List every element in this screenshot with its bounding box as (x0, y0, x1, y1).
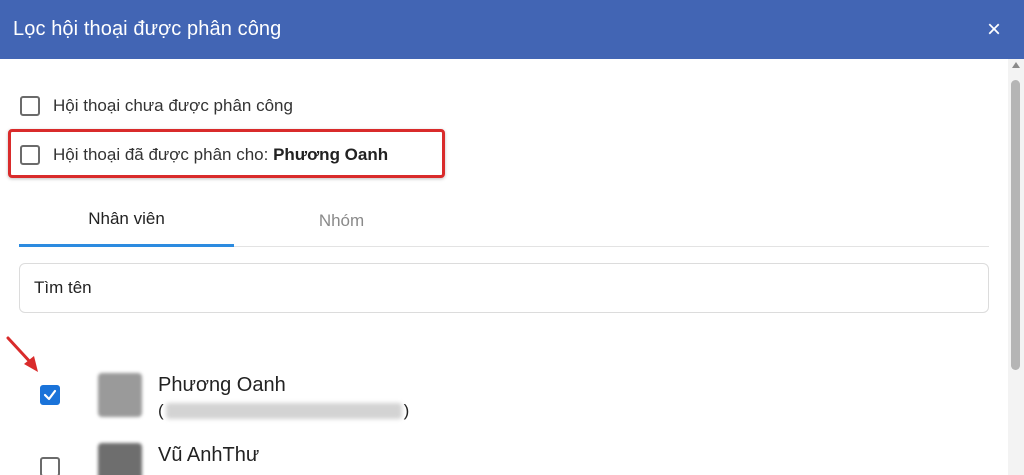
assigned-label-text: Hội thoại đã được phân cho: (53, 145, 274, 164)
tab-group[interactable]: Nhóm (234, 194, 449, 247)
staff-name: Vũ AnhThư (158, 444, 260, 466)
staff-info: Vũ AnhThư (158, 443, 259, 467)
staff-detail: ( ) (158, 401, 409, 421)
dialog-body: Hội thoại chưa được phân công Hội thoại … (0, 59, 1024, 475)
check-icon (43, 389, 57, 401)
tab-staff[interactable]: Nhân viên (19, 194, 234, 247)
search-input[interactable] (19, 263, 989, 313)
staff-checkbox[interactable] (40, 457, 60, 475)
list-item[interactable]: Phương Oanh ( ) (40, 373, 409, 421)
paren-close: ) (403, 401, 410, 420)
scrollbar-thumb[interactable] (1011, 80, 1020, 370)
list-item[interactable]: Vũ AnhThư (40, 443, 259, 475)
unassigned-checkbox[interactable] (20, 96, 40, 116)
avatar (98, 443, 142, 475)
unassigned-label: Hội thoại chưa được phân công (53, 96, 293, 115)
assigned-name: Phương Oanh (273, 145, 389, 164)
staff-checkbox[interactable] (40, 385, 60, 405)
assigned-label: Hội thoại đã được phân cho: Phương Oanh (53, 145, 388, 165)
staff-info: Phương Oanh ( ) (158, 373, 409, 421)
scroll-up-icon[interactable] (1012, 62, 1020, 68)
filter-unassigned[interactable]: Hội thoại chưa được phân công (20, 96, 293, 116)
avatar (98, 373, 142, 417)
tab-bar: Nhân viên Nhóm (19, 194, 989, 247)
redacted-detail (165, 403, 402, 419)
dialog-header: Lọc hội thoại được phân công × (0, 0, 1024, 59)
filter-assigned[interactable]: Hội thoại đã được phân cho: Phương Oanh (20, 145, 388, 165)
paren-open: ( (158, 401, 164, 420)
dialog-title: Lọc hội thoại được phân công (13, 18, 282, 40)
close-icon[interactable]: × (980, 16, 1008, 44)
assigned-checkbox[interactable] (20, 145, 40, 165)
staff-name: Phương Oanh (158, 374, 286, 396)
